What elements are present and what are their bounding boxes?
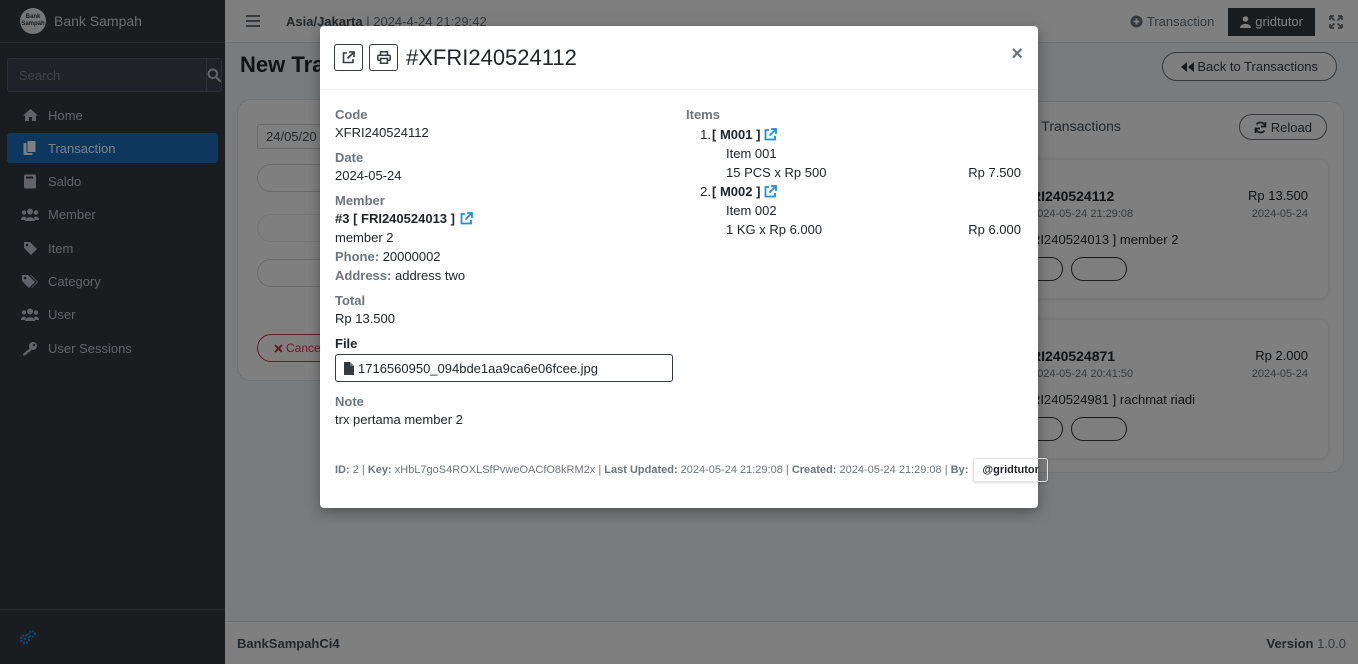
member-phone: Phone: 20000002: [335, 247, 673, 266]
item-subtotal: Rp 6.000: [968, 222, 1021, 237]
items-label: Items: [686, 107, 720, 122]
meta-by-label: By:: [950, 464, 969, 476]
member-address: Address: address two: [335, 266, 673, 285]
item-code: [ M001 ]: [712, 127, 761, 142]
modal-right-column: Items 1. [ M001 ] Item 001 15 PCS x Rp 5…: [686, 106, 1021, 239]
modal-title: #XFRI240524112: [406, 44, 577, 70]
file-icon: [344, 361, 354, 375]
external-link-icon: [342, 51, 355, 64]
member-code-text: #3 [ FRI240524013 ]: [335, 211, 455, 226]
record-meta: ID: 2 | Key: xHbL7goS4ROXLSfPvweOACfO8kR…: [335, 458, 1048, 482]
meta-key: xHbL7goS4ROXLSfPvweOACfO8kRM2x: [394, 464, 596, 476]
file-name: 1716560950_094bde1aa9ca6e06fcee.jpg: [358, 360, 599, 376]
total-label: Total: [335, 293, 366, 308]
date-label: Date: [335, 150, 364, 165]
file-label: File: [335, 336, 358, 351]
member-label: Member: [335, 193, 385, 208]
item-qty-row: 15 PCS x Rp 500 Rp 7.500: [726, 163, 1021, 182]
meta-key-label: Key:: [367, 464, 392, 476]
member-code: #3 [ FRI240524013 ]: [335, 209, 673, 228]
item-subtotal: Rp 7.500: [968, 165, 1021, 180]
member-name: member 2: [335, 230, 394, 245]
print-button[interactable]: [369, 44, 398, 71]
note-value: trx pertama member 2: [335, 412, 463, 427]
item-code: [ M002 ]: [712, 184, 761, 199]
note-label: Note: [335, 394, 364, 409]
meta-updated-label: Last Updated:: [604, 464, 678, 476]
date-value: 2024-05-24: [335, 168, 402, 183]
modal-header: #XFRI240524112 ×: [320, 26, 1038, 90]
item-qty: 15 PCS x Rp 500: [726, 165, 827, 180]
item-number: 2.: [700, 184, 711, 199]
meta-created: 2024-05-24 21:29:08: [839, 464, 942, 476]
item-name: Item 001: [726, 146, 777, 161]
meta-updated: 2024-05-24 21:29:08: [680, 464, 783, 476]
external-link-icon[interactable]: [764, 185, 778, 198]
file-link[interactable]: 1716560950_094bde1aa9ca6e06fcee.jpg: [335, 354, 673, 382]
total-value: Rp 13.500: [335, 311, 395, 326]
meta-id-label: ID:: [335, 464, 350, 476]
external-link-icon[interactable]: [460, 212, 473, 225]
external-link-icon[interactable]: [764, 128, 778, 141]
transaction-detail-modal: #XFRI240524112 × Code XFRI240524112 Date…: [320, 26, 1048, 508]
close-button[interactable]: ×: [1011, 43, 1023, 66]
phone-label: Phone:: [335, 249, 380, 264]
meta-created-label: Created:: [791, 464, 837, 476]
code-label: Code: [335, 107, 368, 122]
item-qty-row: 1 KG x Rp 6.000 Rp 6.000: [726, 220, 1021, 239]
list-item: 1. [ M001 ] Item 001 15 PCS x Rp 500 Rp …: [700, 125, 1021, 182]
phone-value: 20000002: [382, 249, 441, 264]
item-number: 1.: [700, 127, 711, 142]
list-item: 2. [ M002 ] Item 002 1 KG x Rp 6.000 Rp …: [700, 182, 1021, 239]
meta-by-badge[interactable]: @gridtutor: [973, 458, 1048, 482]
item-qty: 1 KG x Rp 6.000: [726, 222, 823, 237]
code-value: XFRI240524112: [335, 125, 429, 140]
open-external-button[interactable]: [334, 44, 363, 71]
items-list: 1. [ M001 ] Item 001 15 PCS x Rp 500 Rp …: [700, 125, 1021, 239]
item-name: Item 002: [726, 203, 777, 218]
modal-left-column: Code XFRI240524112 Date 2024-05-24 Membe…: [335, 106, 673, 429]
print-icon: [376, 51, 391, 64]
meta-id: 2: [352, 464, 359, 476]
address-value: address two: [394, 268, 466, 283]
address-label: Address:: [335, 268, 392, 283]
